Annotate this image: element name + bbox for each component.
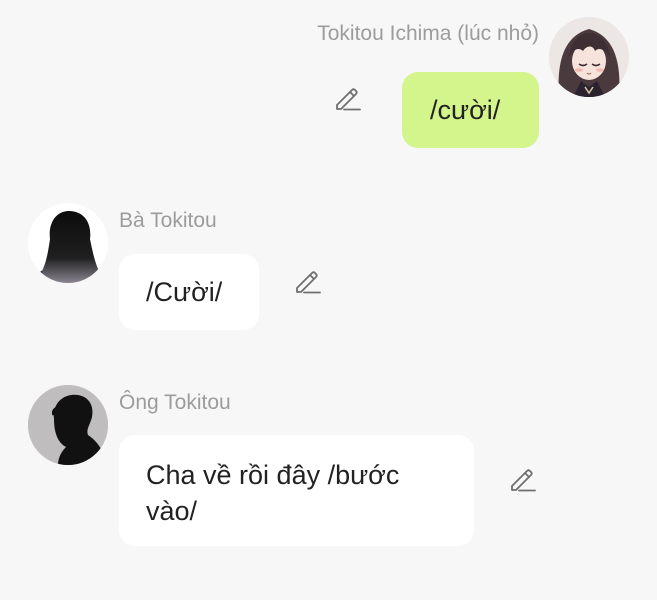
chat-thread: Tokitou Ichima (lúc nhỏ) /cười/ Bà Tokit… [0,0,657,600]
sender-name: Ông Tokitou [119,391,231,414]
message-bubble[interactable]: /cười/ [402,72,539,148]
woman-silhouette-avatar-icon[interactable] [28,203,108,283]
pencil-icon[interactable] [507,465,537,495]
pencil-icon[interactable] [292,267,322,297]
sender-name: Tokitou Ichima (lúc nhỏ) [317,22,539,45]
message-bubble[interactable]: /Cười/ [119,254,259,330]
sender-name: Bà Tokitou [119,209,217,232]
message-bubble[interactable]: Cha về rồi đây /bước vào/ [119,435,474,546]
pencil-icon[interactable] [332,84,362,114]
man-silhouette-avatar-icon[interactable] [28,385,108,465]
anime-girl-avatar-icon[interactable] [549,17,629,97]
